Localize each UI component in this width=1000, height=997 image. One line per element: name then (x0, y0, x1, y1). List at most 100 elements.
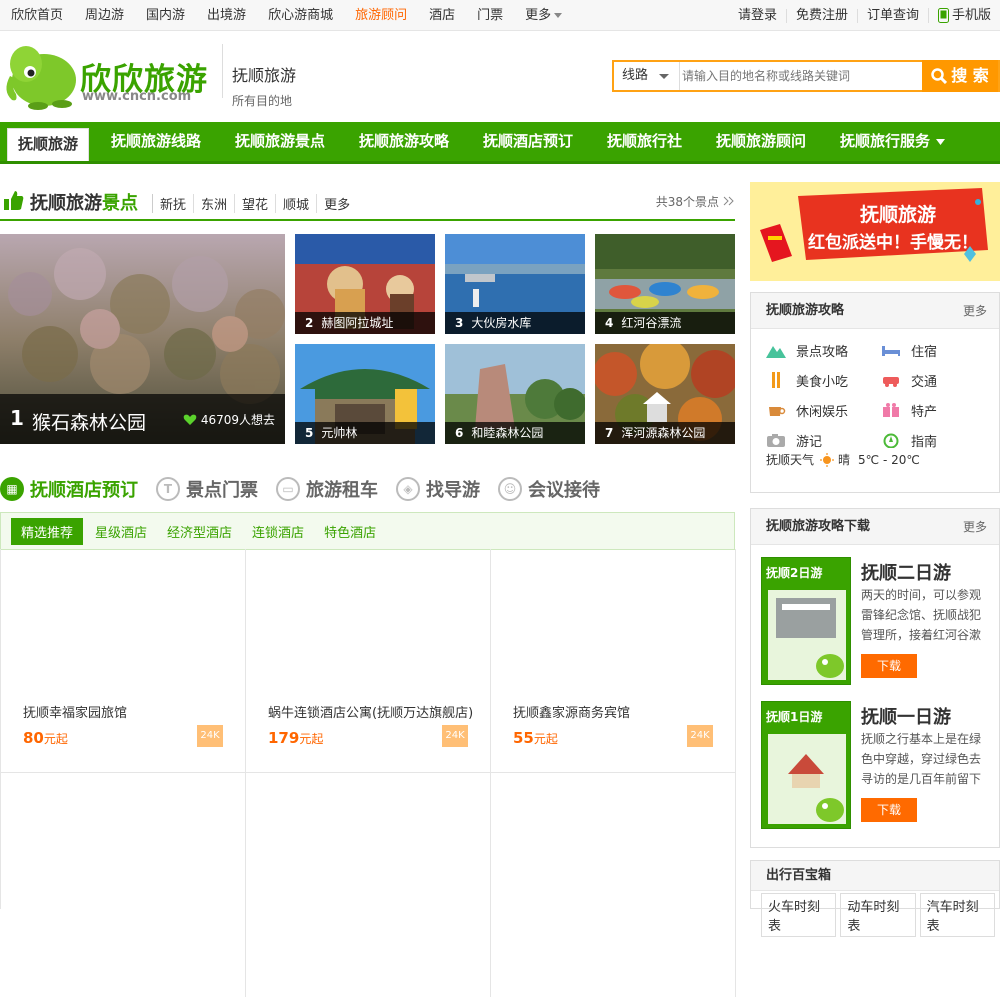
mainnav-hotels[interactable]: 抚顺酒店预订 (483, 122, 573, 161)
mainnav-home[interactable]: 抚顺旅游 (7, 128, 90, 161)
mainnav-routes[interactable]: 抚顺旅游线路 (111, 122, 201, 161)
guide-item-label: 美食小吃 (796, 374, 849, 390)
weather-condition: 晴 (838, 453, 851, 467)
district-link[interactable]: 东洲 (194, 194, 236, 213)
hotel-tab-budget[interactable]: 经济型酒店 (167, 522, 232, 541)
scenic-thumb[interactable]: 5 元帅林 (295, 344, 435, 444)
hotel-name: 蜗牛连锁酒店公寓(抚顺万达旗舰店) (268, 706, 474, 721)
mainnav-guides[interactable]: 抚顺旅游攻略 (359, 122, 449, 161)
thumb-name: 赫图阿拉城址 (321, 316, 394, 330)
city-slogan: 所有目的地 (232, 94, 293, 108)
scenic-thumb[interactable]: 7 浑河源森林公园 (595, 344, 735, 444)
topnav-more[interactable]: 更多 (514, 0, 573, 31)
hotel-tab-chain[interactable]: 连锁酒店 (252, 522, 304, 541)
mainnav-advisors[interactable]: 抚顺旅游顾问 (716, 122, 806, 161)
topnav-home[interactable]: 欣欣首页 (0, 0, 74, 31)
mainnav-agencies[interactable]: 抚顺旅行社 (607, 122, 682, 161)
feature-likes: 46709人想去 (183, 411, 275, 428)
hotel-tab-special[interactable]: 特色酒店 (324, 522, 376, 541)
hotel-card[interactable]: 抚顺幸福家园旅馆 80元起 24K (1, 549, 246, 773)
guide-travelogue[interactable]: 游记 (766, 429, 876, 451)
thumb-name: 和睦森林公园 (471, 426, 544, 440)
topnav-ticket[interactable]: 门票 (466, 0, 514, 31)
hotel-tab-star[interactable]: 星级酒店 (95, 522, 147, 541)
topnav-advisor[interactable]: 旅游顾问 (344, 0, 418, 31)
search-button[interactable]: 搜 索 (922, 60, 998, 92)
hotel-grid: 抚顺幸福家园旅馆 80元起 24K 蜗牛连锁酒店公寓(抚顺万达旗舰店) 179元… (0, 549, 736, 997)
service-tab-car[interactable]: ▭ 旅游租车 (276, 476, 378, 502)
district-more-link[interactable]: 更多 (317, 194, 357, 213)
service-tab-meeting[interactable]: ☺ 会议接待 (498, 476, 600, 502)
hotel-card[interactable]: 蜗牛连锁酒店公寓(抚顺万达旗舰店) 179元起 24K (246, 549, 491, 773)
guide-manual[interactable]: 指南 (881, 429, 991, 451)
guide-download-item: 抚顺1日游 抚顺一日游 抚顺之行基本上是在绿色中穿越，穿过绿色去寻访的是几百年前… (761, 701, 991, 831)
mainnav-services[interactable]: 抚顺旅行服务 (840, 122, 946, 161)
mobile-label: 手机版 (951, 7, 991, 23)
toolbox-tab-bus[interactable]: 汽车时刻表 (919, 893, 995, 937)
guide-food[interactable]: 美食小吃 (766, 369, 876, 391)
login-link[interactable]: 请登录 (729, 8, 786, 23)
guide-leisure[interactable]: 休闲娱乐 (766, 399, 876, 421)
thumb-caption: 5 元帅林 (295, 422, 435, 444)
district-link[interactable]: 新抚 (153, 194, 195, 213)
search-type-select[interactable]: 线路 (614, 62, 680, 90)
topnav-nearby[interactable]: 周边游 (74, 0, 135, 31)
download-button[interactable]: 下载 (861, 798, 917, 822)
site-logo[interactable]: 欣欣旅游 www.cncn.com (0, 36, 215, 110)
register-link[interactable]: 免费注册 (785, 8, 857, 23)
download-button[interactable]: 下载 (861, 654, 917, 678)
service-tabs: ▦ 抚顺酒店预订 T 景点门票 ▭ 旅游租车 ◈ 找导游 ☺ 会议接待 (0, 474, 735, 504)
banner-subtitle: 红包派送中！手慢无！ (808, 233, 978, 253)
topnav-outbound[interactable]: 出境游 (196, 0, 257, 31)
guide-specialty[interactable]: 特产 (881, 399, 991, 421)
search-box: 线路 搜 索 (612, 60, 1000, 92)
scenic-thumb[interactable]: 6 和睦森林公园 (445, 344, 585, 444)
topnav-mall[interactable]: 欣心游商城 (257, 0, 344, 31)
camera-icon (767, 434, 785, 447)
top-nav: 欣欣首页 周边游 国内游 出境游 欣心游商城 旅游顾问 酒店 门票 更多 (0, 0, 573, 31)
guide-lodging[interactable]: 住宿 (881, 339, 991, 361)
mobile-link[interactable]: 手机版 (927, 7, 1000, 23)
red-envelope-banner[interactable]: 抚顺旅游 红包派送中！手慢无！ (750, 182, 1000, 281)
feature-caption: 1 猴石森林公园 46709人想去 (0, 394, 285, 444)
main-nav: 抚顺旅游 抚顺旅游线路 抚顺旅游景点 抚顺旅游攻略 抚顺酒店预订 抚顺旅行社 抚… (0, 122, 1000, 164)
scenic-count[interactable]: 共38个景点 (656, 193, 735, 210)
guide-scenic[interactable]: 景点攻略 (766, 339, 876, 361)
download-panel: 抚顺旅游攻略下载 更多 抚顺2日游 抚顺二日游 两天的时间，可以参观雷锋纪念馆、抚… (750, 508, 1000, 848)
toolbox-tab-bullet-train[interactable]: 动车时刻表 (840, 893, 916, 937)
toolbox-tab-train[interactable]: 火车时刻表 (761, 893, 837, 937)
guide-title[interactable]: 抚顺一日游 (861, 703, 951, 729)
guide-cover[interactable]: 抚顺2日游 (761, 557, 851, 685)
scenic-thumb[interactable]: 2 赫图阿拉城址 (295, 234, 435, 334)
top-bar: 欣欣首页 周边游 国内游 出境游 欣心游商城 旅游顾问 酒店 门票 更多 请登录… (0, 0, 1000, 31)
service-tab-ticket[interactable]: T 景点门票 (156, 476, 258, 502)
guide-title[interactable]: 抚顺二日游 (861, 559, 951, 585)
scenic-thumb[interactable]: 4 红河谷漂流 (595, 234, 735, 334)
topnav-hotel[interactable]: 酒店 (418, 0, 466, 31)
service-tab-hotel[interactable]: ▦ 抚顺酒店预订 (0, 476, 138, 502)
elephant-logo-icon (6, 46, 76, 110)
hotel-tab-featured[interactable]: 精选推荐 (11, 517, 84, 545)
compass-icon: ◈ (396, 477, 420, 501)
guide-cover[interactable]: 抚顺1日游 (761, 701, 851, 829)
district-link[interactable]: 望花 (235, 194, 277, 213)
topnav-domestic[interactable]: 国内游 (135, 0, 196, 31)
service-tab-label: 会议接待 (528, 480, 600, 501)
hotel-price-value: 80 (23, 729, 44, 747)
order-query-link[interactable]: 订单查询 (856, 8, 928, 23)
service-tab-guide[interactable]: ◈ 找导游 (396, 476, 480, 502)
thumb-rank: 2 (305, 316, 314, 330)
mainnav-scenic[interactable]: 抚顺旅游景点 (235, 122, 325, 161)
district-link[interactable]: 顺城 (276, 194, 318, 213)
guide-more-link[interactable]: 更多 (963, 293, 987, 329)
mainnav-services-label: 抚顺旅行服务 (840, 132, 931, 150)
thumb-rank: 5 (305, 426, 314, 440)
scenic-feature-card[interactable]: 1 猴石森林公园 46709人想去 (0, 234, 285, 444)
scenic-thumb[interactable]: 3 大伙房水库 (445, 234, 585, 334)
search-input[interactable] (682, 62, 922, 90)
hotel-card[interactable]: 抚顺鑫家源商务宾馆 55元起 24K (491, 549, 736, 773)
guide-transport[interactable]: 交通 (881, 369, 991, 391)
download-more-link[interactable]: 更多 (963, 509, 987, 545)
hotel-card-empty (491, 773, 736, 997)
thumb-name: 元帅林 (321, 426, 358, 440)
